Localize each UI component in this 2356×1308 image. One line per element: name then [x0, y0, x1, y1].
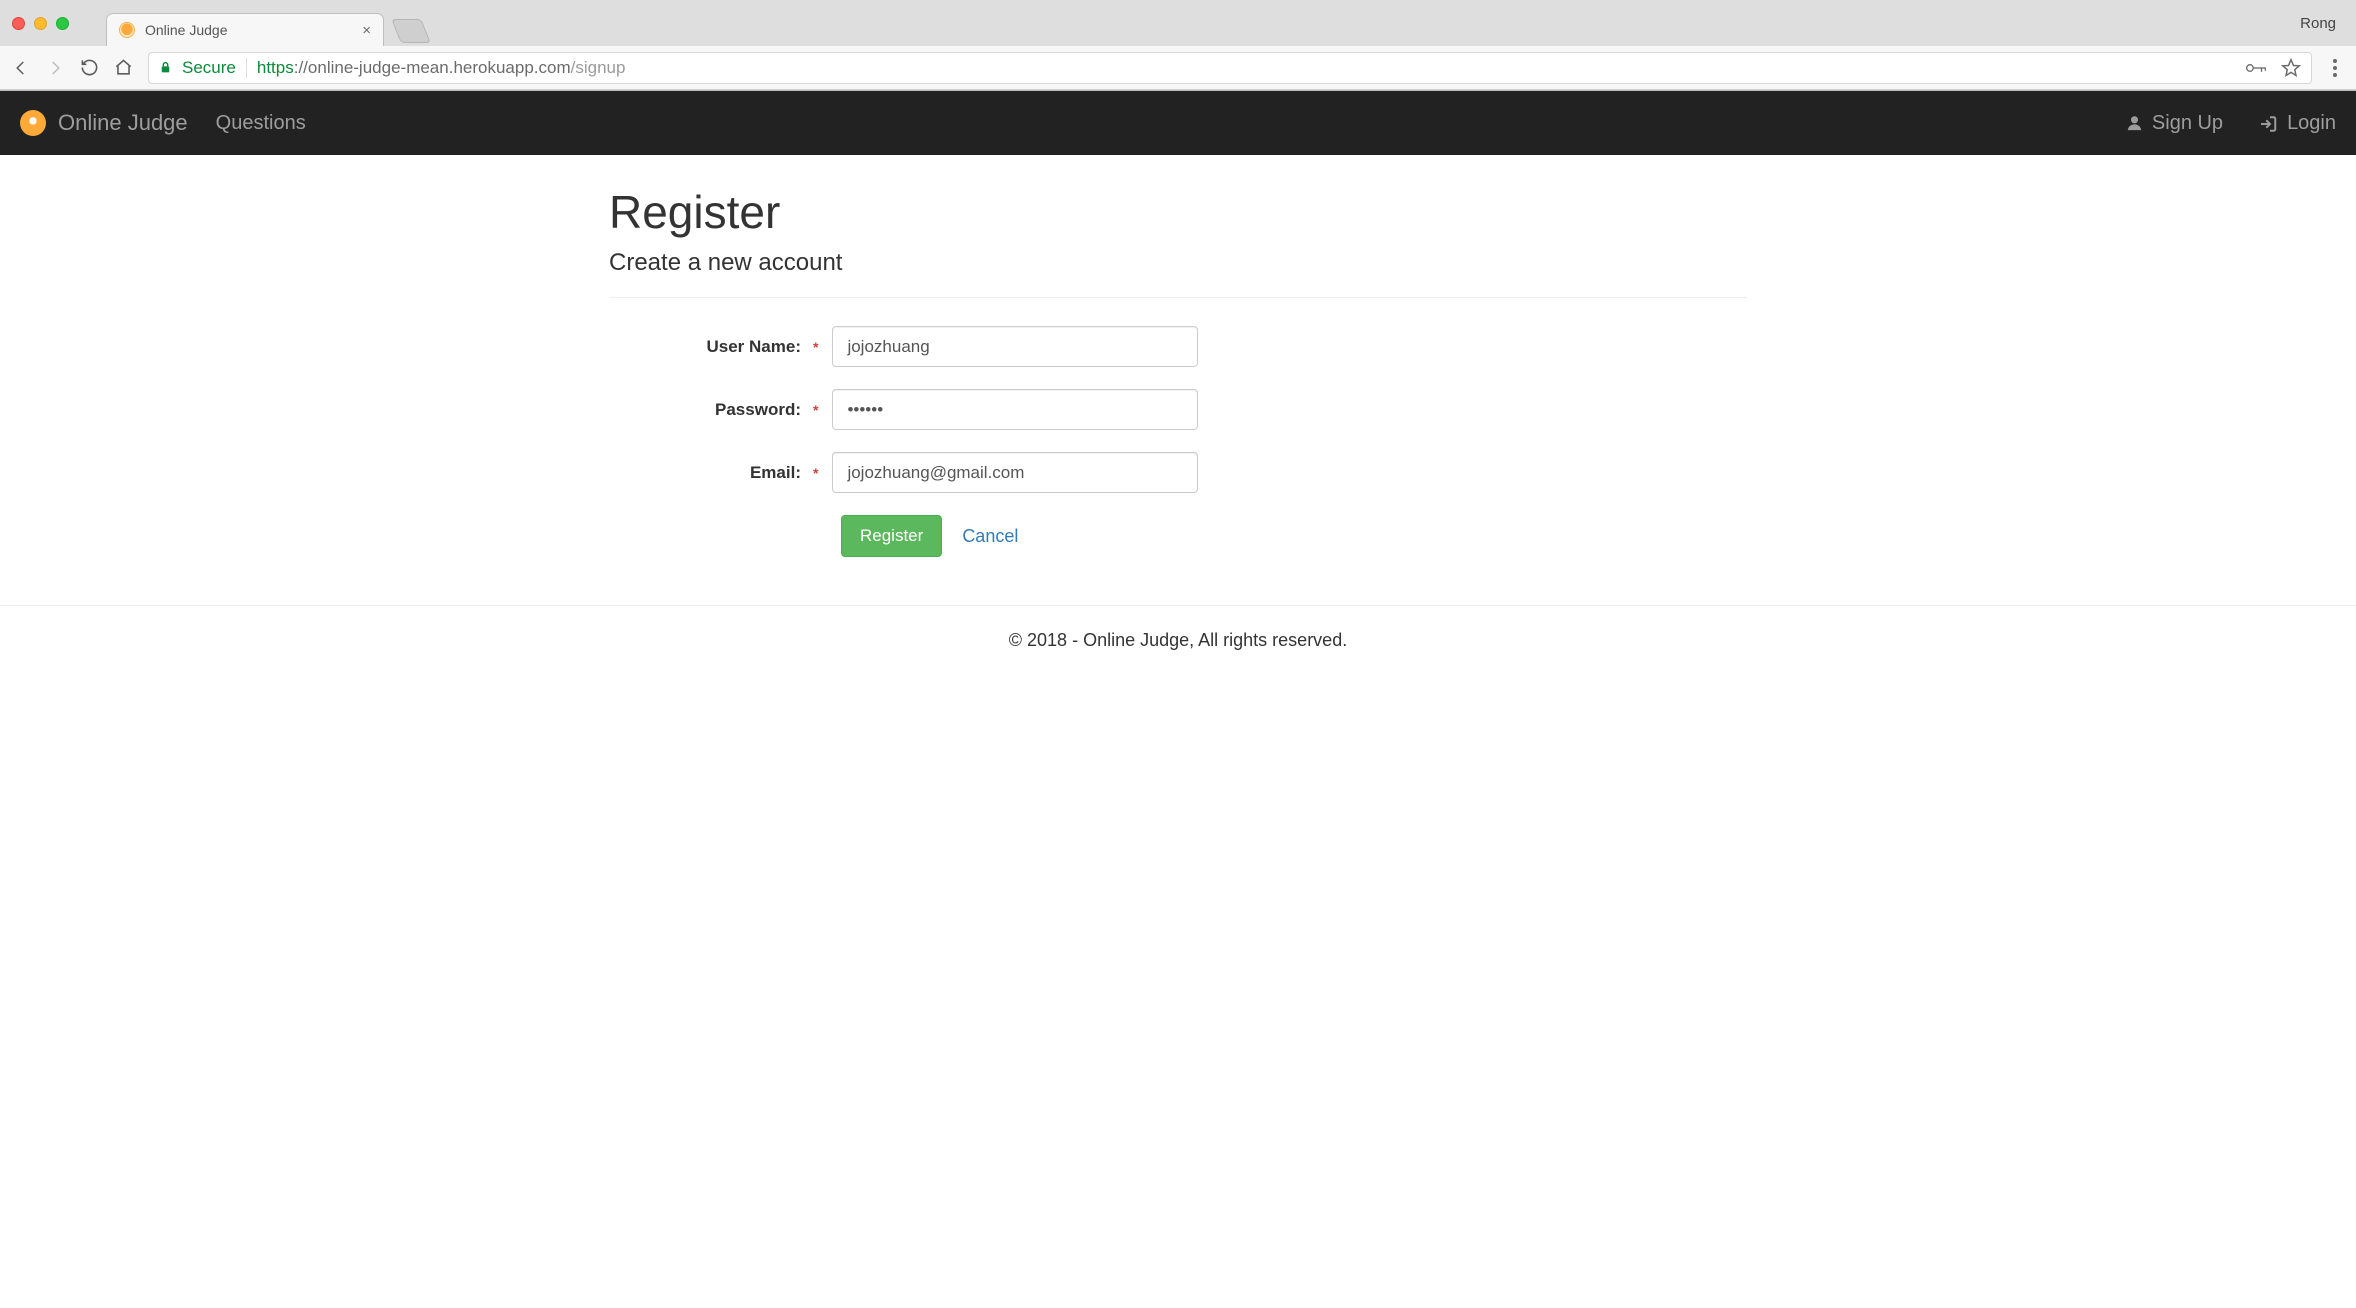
chrome-menu-icon[interactable]	[2326, 59, 2344, 77]
required-marker: *	[813, 465, 818, 481]
email-input[interactable]	[832, 452, 1198, 493]
required-marker: *	[813, 339, 818, 355]
login-icon	[2259, 115, 2278, 133]
secure-label: Secure	[182, 58, 236, 78]
window-titlebar: Online Judge × Rong	[0, 0, 2356, 46]
url-text: https://online-judge-mean.herokuapp.com/…	[257, 58, 626, 78]
brand-logo-icon	[20, 110, 46, 136]
url-host: ://online-judge-mean.herokuapp.com	[294, 58, 571, 77]
label-username: User Name:	[609, 337, 809, 357]
nav-sign-up[interactable]: Sign Up	[2126, 112, 2223, 135]
nav-login[interactable]: Login	[2259, 112, 2336, 135]
key-icon[interactable]	[2245, 61, 2267, 75]
address-bar[interactable]: Secure https://online-judge-mean.herokua…	[148, 52, 2312, 84]
browser-tab-active[interactable]: Online Judge ×	[106, 13, 384, 46]
back-icon[interactable]	[12, 59, 32, 77]
tab-close-icon[interactable]: ×	[362, 22, 371, 39]
url-path: /signup	[571, 58, 626, 77]
nav-questions[interactable]: Questions	[216, 112, 306, 135]
reload-icon[interactable]	[80, 58, 100, 77]
tab-strip: Online Judge ×	[106, 0, 426, 46]
page-title: Register	[609, 185, 1747, 239]
footer: © 2018 - Online Judge, All rights reserv…	[0, 605, 2356, 675]
lock-icon	[159, 60, 172, 75]
password-input[interactable]	[832, 389, 1198, 430]
window-close-icon[interactable]	[12, 17, 25, 30]
required-marker: *	[813, 402, 818, 418]
toolbar: Secure https://online-judge-mean.herokua…	[0, 46, 2356, 90]
label-email: Email:	[609, 463, 809, 483]
omnibox-separator	[246, 58, 247, 78]
home-icon[interactable]	[114, 58, 134, 77]
star-icon[interactable]	[2281, 58, 2301, 78]
brand-text: Online Judge	[58, 110, 188, 136]
row-password: Password: *	[609, 389, 1747, 430]
label-password: Password:	[609, 400, 809, 420]
browser-chrome: Online Judge × Rong Secure https://o	[0, 0, 2356, 91]
footer-text: © 2018 - Online Judge, All rights reserv…	[1009, 630, 1347, 650]
cancel-link[interactable]: Cancel	[962, 526, 1018, 547]
row-email: Email: *	[609, 452, 1747, 493]
tab-favicon-icon	[119, 22, 135, 38]
row-username: User Name: *	[609, 326, 1747, 367]
page-container: Register Create a new account User Name:…	[593, 155, 1763, 557]
form-actions: Register Cancel	[841, 515, 1747, 557]
user-icon	[2126, 114, 2143, 132]
brand[interactable]: Online Judge	[20, 110, 188, 136]
window-zoom-icon[interactable]	[56, 17, 69, 30]
divider	[609, 297, 1747, 298]
nav-sign-up-label: Sign Up	[2152, 112, 2223, 135]
forward-icon	[46, 59, 66, 77]
new-tab-button[interactable]	[391, 19, 431, 43]
chrome-profile-name[interactable]: Rong	[2300, 15, 2344, 32]
nav-login-label: Login	[2287, 112, 2336, 135]
register-button[interactable]: Register	[841, 515, 942, 557]
app-navbar: Online Judge Questions Sign Up Login	[0, 91, 2356, 155]
username-input[interactable]	[832, 326, 1198, 367]
page-subtitle: Create a new account	[609, 249, 1747, 277]
url-scheme: https	[257, 58, 294, 77]
window-minimize-icon[interactable]	[34, 17, 47, 30]
window-controls	[12, 17, 69, 30]
tab-title: Online Judge	[145, 22, 228, 38]
